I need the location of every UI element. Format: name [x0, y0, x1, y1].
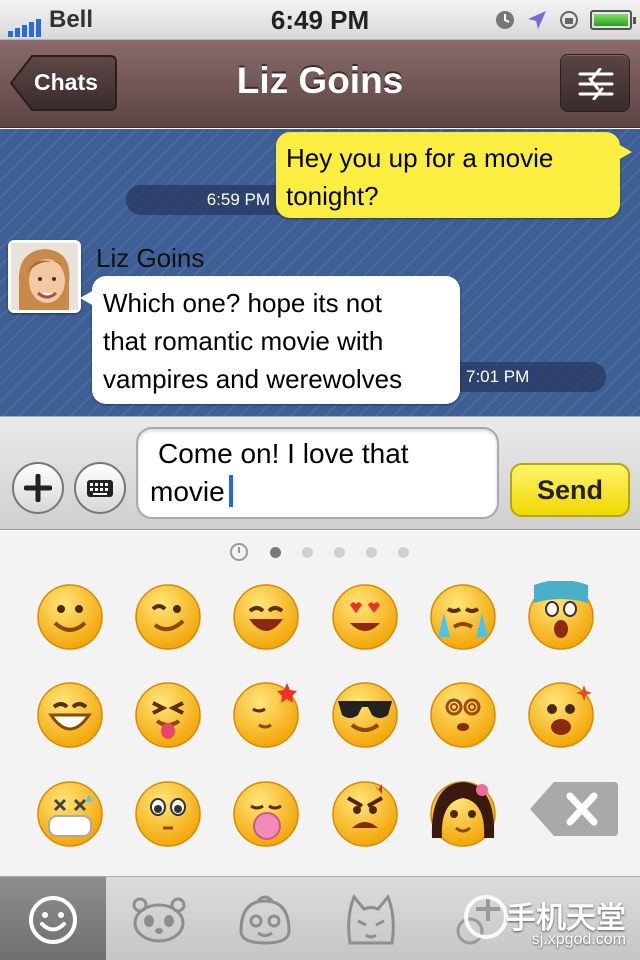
page-dot[interactable] [302, 547, 313, 558]
message-text-line: vampires and werewolves [103, 364, 403, 394]
heart-eyes-emoji[interactable] [330, 581, 400, 651]
tongue-out-emoji[interactable] [133, 679, 203, 749]
angry-emoji[interactable] [330, 778, 400, 848]
input-text-wrap: movie [150, 473, 487, 511]
watermark-logo [464, 895, 508, 939]
attach-button[interactable] [12, 462, 64, 514]
incoming-message-bubble[interactable]: Which one? hope its not that romantic mo… [80, 276, 460, 404]
panda-tab[interactable] [106, 877, 212, 960]
recent-clock-icon[interactable] [230, 543, 248, 561]
cat-icon [347, 894, 395, 945]
page-dot[interactable] [366, 547, 377, 558]
status-bar: Bell 6:49 PM [0, 0, 640, 40]
page-dot[interactable] [270, 547, 281, 558]
page-dot[interactable] [334, 547, 345, 558]
avatar[interactable] [8, 240, 81, 313]
girl-emoji[interactable] [428, 778, 498, 848]
smiley-icon [29, 896, 77, 944]
message-list[interactable]: 6:59 PM Hey you up for a movie tonight? … [0, 129, 640, 416]
message-text-line: that romantic movie with [103, 326, 384, 356]
emoji-tab[interactable] [0, 877, 106, 960]
battery-icon [590, 10, 636, 30]
blush-emoji[interactable] [133, 778, 203, 848]
rotation-lock-icon [560, 11, 578, 29]
message-text-line: tonight? [286, 181, 379, 211]
message-input[interactable]: Come on! I love that movie [136, 427, 499, 519]
sick-mask-emoji[interactable] [35, 778, 105, 848]
watermark-url: sj.xpgod.com [531, 931, 626, 948]
plus-icon [24, 474, 52, 502]
alarm-clock-icon [496, 11, 514, 29]
scared-emoji[interactable] [526, 581, 596, 651]
message-text-line: Hey you up for a movie [286, 143, 554, 173]
chat-title: Liz Goins [236, 60, 404, 101]
bun-tab[interactable] [212, 877, 318, 960]
message-timestamp: 7:01 PM [440, 362, 606, 392]
send-button[interactable]: Send [510, 463, 630, 517]
sender-name: Liz Goins [96, 243, 205, 273]
input-text-line: Come on! I love that [158, 438, 409, 469]
crying-emoji[interactable] [428, 581, 498, 651]
delete-button[interactable] [528, 778, 620, 840]
page-indicator[interactable] [0, 543, 640, 563]
keyboard-icon [87, 480, 113, 497]
page-dot[interactable] [398, 547, 409, 558]
chat-settings-button[interactable] [560, 54, 630, 112]
text-caret [228, 475, 233, 507]
wink-emoji[interactable] [133, 581, 203, 651]
grin-emoji[interactable] [35, 679, 105, 749]
outgoing-message-bubble[interactable]: Hey you up for a movie tonight? [276, 132, 632, 218]
cat-tab[interactable] [318, 877, 424, 960]
sliders-icon [578, 68, 614, 100]
status-icons [494, 6, 636, 34]
nav-bar: Chats Liz Goins [0, 40, 640, 128]
keyboard-toggle-button[interactable] [74, 462, 126, 514]
smile-emoji[interactable] [35, 581, 105, 651]
sleepy-moon-emoji[interactable] [231, 679, 301, 749]
input-text-line: movie [150, 476, 225, 507]
message-text-line: Which one? hope its not [103, 288, 382, 318]
bun-icon [239, 895, 291, 945]
dizzy-emoji[interactable] [428, 679, 498, 749]
backspace-icon [530, 782, 618, 836]
emoji-panel [0, 531, 640, 876]
sticker-tab-bar: 手机天堂 sj.xpgod.com [0, 876, 640, 960]
location-arrow-icon [528, 11, 546, 29]
bubblegum-emoji[interactable] [231, 778, 301, 848]
composer-bar: Come on! I love that movie Send [0, 416, 640, 530]
laughing-emoji[interactable] [231, 581, 301, 651]
excited-emoji[interactable] [526, 679, 596, 749]
watermark: 手机天堂 sj.xpgod.com [464, 887, 634, 957]
contact-photo [11, 243, 78, 310]
sunglasses-emoji[interactable] [330, 679, 400, 749]
panda-icon [132, 897, 186, 943]
